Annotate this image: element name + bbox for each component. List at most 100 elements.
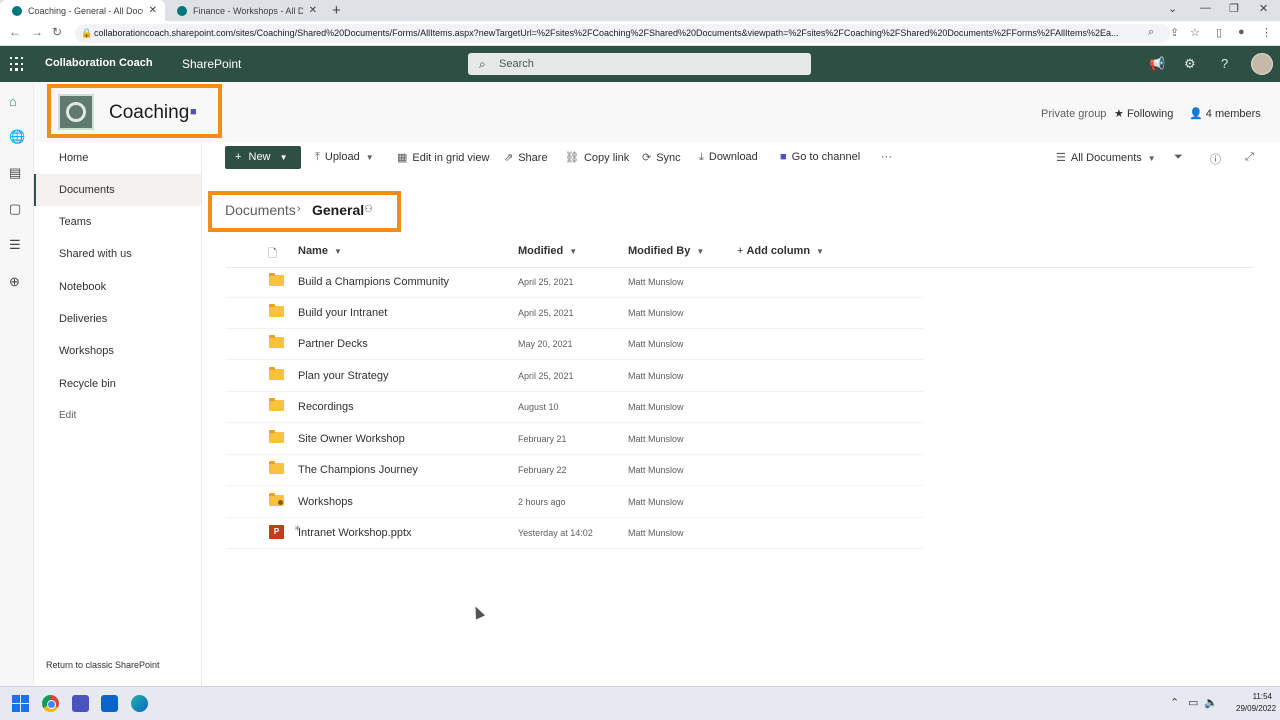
- app-launcher-icon[interactable]: [10, 57, 24, 71]
- news-icon[interactable]: ▤: [9, 165, 21, 181]
- gear-icon[interactable]: ⚙: [1184, 56, 1196, 72]
- return-classic-link[interactable]: Return to classic SharePoint: [46, 660, 160, 670]
- item-name[interactable]: Plan your Strategy: [298, 370, 389, 382]
- modified-column-header[interactable]: Modified ▼: [518, 245, 577, 257]
- nav-item-home[interactable]: Home: [34, 142, 201, 174]
- url-field[interactable]: 🔒 collaborationcoach.sharepoint.com/site…: [75, 24, 1170, 43]
- browser-tab-coaching[interactable]: Coaching - General - All Docume ✕: [0, 0, 165, 21]
- item-modified-by[interactable]: Matt Munslow: [628, 339, 684, 349]
- back-icon[interactable]: ←: [9, 25, 21, 39]
- filter-button[interactable]: ⏷: [1174, 151, 1188, 164]
- window-close-icon[interactable]: ✕: [1259, 2, 1268, 15]
- files-icon[interactable]: ▢: [9, 201, 21, 217]
- help-icon[interactable]: ?: [1221, 56, 1228, 71]
- item-modified-by[interactable]: Matt Munslow: [628, 402, 684, 412]
- list-item[interactable]: Workshops 2 hours ago Matt Munslow: [226, 487, 923, 518]
- list-item[interactable]: Partner Decks May 20, 2021 Matt Munslow: [226, 329, 923, 360]
- org-name[interactable]: Collaboration Coach: [45, 57, 153, 69]
- item-name[interactable]: Build your Intranet: [298, 307, 387, 319]
- close-tab-icon[interactable]: ✕: [309, 5, 317, 16]
- network-icon[interactable]: ▭: [1188, 696, 1198, 709]
- item-modified-by[interactable]: Matt Munslow: [628, 371, 684, 381]
- browser-menu-icon[interactable]: ⋮: [1261, 26, 1272, 39]
- shared-people-icon[interactable]: ⚇: [364, 204, 373, 215]
- share-page-icon[interactable]: ⇪: [1170, 26, 1179, 39]
- info-button[interactable]: ⓘ: [1210, 151, 1226, 167]
- restore-icon[interactable]: ❐: [1229, 2, 1239, 15]
- item-modified-by[interactable]: Matt Munslow: [628, 528, 684, 538]
- nav-item-workshops[interactable]: Workshops: [34, 335, 201, 367]
- close-tab-icon[interactable]: ✕: [149, 5, 157, 16]
- expand-button[interactable]: ⤢: [1245, 151, 1259, 164]
- item-modified-by[interactable]: Matt Munslow: [628, 465, 684, 475]
- item-name[interactable]: The Champions Journey: [298, 464, 418, 476]
- nav-item-teams[interactable]: Teams: [34, 206, 201, 238]
- list-item[interactable]: Recordings August 10 Matt Munslow: [226, 392, 923, 423]
- nav-edit-link[interactable]: Edit: [59, 410, 76, 421]
- list-item[interactable]: Build a Champions Community April 25, 20…: [226, 267, 923, 298]
- profile-icon[interactable]: ●: [1238, 26, 1245, 38]
- site-title[interactable]: Coaching: [109, 102, 189, 124]
- nav-item-notebook[interactable]: Notebook: [34, 271, 201, 303]
- list-item[interactable]: The Champions Journey February 22 Matt M…: [226, 455, 923, 486]
- list-item[interactable]: P Intranet Workshop.pptx Yesterday at 14…: [226, 518, 923, 549]
- item-name[interactable]: Workshops: [298, 496, 353, 508]
- file-type-header-icon[interactable]: 🗋: [268, 245, 277, 264]
- item-name[interactable]: Site Owner Workshop: [298, 433, 405, 445]
- name-column-header[interactable]: Name ▼: [298, 245, 342, 257]
- nav-item-documents[interactable]: Documents: [34, 174, 201, 206]
- browser-tab-finance[interactable]: Finance - Workshops - All Docur ✕: [165, 0, 325, 21]
- bookmark-star-icon[interactable]: ☆: [1190, 26, 1200, 39]
- modified-by-column-header[interactable]: Modified By ▼: [628, 245, 704, 257]
- windows-start-icon[interactable]: [12, 695, 29, 712]
- megaphone-icon[interactable]: 📢: [1149, 56, 1165, 72]
- teams-app-icon[interactable]: [72, 695, 89, 712]
- go-to-channel-button[interactable]: ■ Go to channel: [780, 151, 860, 163]
- reload-icon[interactable]: ↻: [52, 25, 62, 39]
- more-button[interactable]: ···: [881, 151, 892, 163]
- new-button[interactable]: + New ▼: [225, 146, 301, 169]
- upload-button[interactable]: ⤒ Upload ▼: [315, 151, 374, 164]
- list-item[interactable]: Site Owner Workshop February 21 Matt Mun…: [226, 424, 923, 455]
- sync-button[interactable]: ⟳ Sync: [642, 151, 681, 164]
- breadcrumb-documents[interactable]: Documents: [225, 202, 296, 218]
- nav-item-deliveries[interactable]: Deliveries: [34, 303, 201, 335]
- item-name[interactable]: Build a Champions Community: [298, 276, 449, 288]
- nav-item-shared-with-us[interactable]: Shared with us: [34, 238, 201, 270]
- forward-icon[interactable]: →: [31, 25, 43, 39]
- view-selector[interactable]: ☰ All Documents ▼: [1056, 151, 1156, 164]
- item-modified-by[interactable]: Matt Munslow: [628, 497, 684, 507]
- outlook-icon[interactable]: [101, 695, 118, 712]
- avatar[interactable]: [1251, 53, 1273, 75]
- list-item[interactable]: Build your Intranet April 25, 2021 Matt …: [226, 298, 923, 329]
- following-button[interactable]: ★ Following: [1114, 107, 1173, 120]
- clock[interactable]: 11:54 29/09/2022: [1236, 691, 1276, 715]
- lists-icon[interactable]: ☰: [9, 237, 21, 253]
- share-button[interactable]: ⇗ Share: [504, 151, 548, 164]
- item-name[interactable]: Recordings: [298, 401, 354, 413]
- minimize-icon[interactable]: —: [1200, 2, 1211, 14]
- download-button[interactable]: ⤓ Download: [699, 151, 758, 164]
- chrome-icon[interactable]: [42, 695, 59, 712]
- copy-link-button[interactable]: ⛓ Copy link: [565, 151, 629, 164]
- list-item[interactable]: Plan your Strategy April 25, 2021 Matt M…: [226, 361, 923, 392]
- zoom-icon[interactable]: ⌕: [1148, 26, 1154, 39]
- new-tab-icon[interactable]: +: [332, 2, 341, 19]
- nav-item-recycle-bin[interactable]: Recycle bin: [34, 368, 201, 400]
- members-button[interactable]: 👤 4 members: [1189, 107, 1261, 120]
- tray-chevron-up-icon[interactable]: ⌃: [1170, 696, 1179, 709]
- app-name[interactable]: SharePoint: [182, 57, 241, 71]
- item-name[interactable]: Intranet Workshop.pptx: [298, 527, 412, 539]
- globe-icon[interactable]: 🌐: [9, 129, 25, 145]
- edit-grid-view-button[interactable]: ▦ Edit in grid view: [397, 151, 489, 164]
- search-input[interactable]: ⌕ Search: [468, 53, 811, 75]
- item-modified-by[interactable]: Matt Munslow: [628, 434, 684, 444]
- item-name[interactable]: Partner Decks: [298, 338, 368, 350]
- item-modified-by[interactable]: Matt Munslow: [628, 308, 684, 318]
- edge-icon[interactable]: [131, 695, 148, 712]
- side-panel-icon[interactable]: ▯: [1216, 26, 1222, 39]
- teams-icon[interactable]: ■: [190, 106, 197, 118]
- create-icon[interactable]: ⊕: [9, 274, 20, 290]
- item-modified-by[interactable]: Matt Munslow: [628, 277, 684, 287]
- home-icon[interactable]: ⌂: [9, 94, 17, 109]
